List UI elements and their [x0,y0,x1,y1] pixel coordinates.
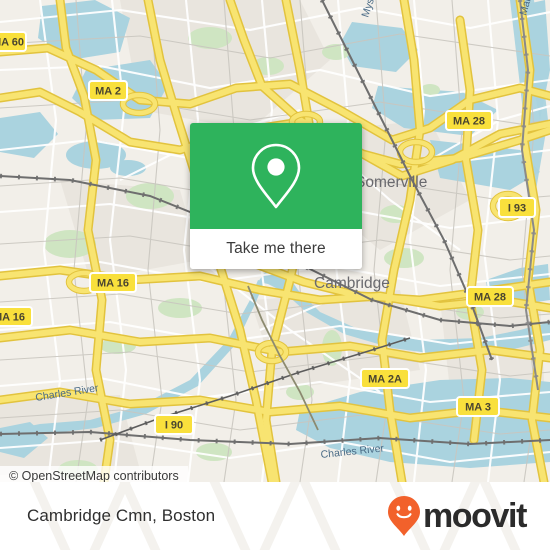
place-label-somerville: Somerville [355,174,427,191]
highway-shield: MA 2A [360,368,410,389]
highway-shield: MA 16 [0,306,33,327]
footer-bar: Cambridge Cmn, Boston moovit [0,482,550,550]
popup-image-area [190,123,362,229]
page-title: Cambridge Cmn, Boston [27,506,216,525]
moovit-wordmark: moovit [422,497,527,535]
svg-text:MA 60: MA 60 [0,37,24,49]
highway-shield: MA 28 [445,110,493,131]
moovit-pin-smile-icon [387,496,420,536]
map-screenshot: Mystic River Malden River Charles River … [0,0,550,550]
highway-shield: I 93 [498,197,536,218]
svg-text:MA 16: MA 16 [0,312,25,324]
highway-shield: MA 16 [89,272,137,293]
highway-shield: MA 3 [456,396,500,417]
take-me-there-label[interactable]: Take me there [190,229,362,269]
svg-text:MA 28: MA 28 [453,116,485,128]
svg-text:I 90: I 90 [165,420,183,432]
svg-text:I 93: I 93 [508,203,526,215]
svg-text:MA 16: MA 16 [97,278,129,290]
svg-text:MA 3: MA 3 [465,402,491,414]
moovit-brand[interactable]: moovit [387,495,527,537]
highway-shield: I 90 [154,414,194,435]
highway-shield: MA 60 [0,31,27,52]
map-pin-icon [251,143,301,209]
highway-shield: MA 2 [88,80,128,101]
highway-shield: MA 28 [466,286,514,307]
svg-text:MA 28: MA 28 [474,292,506,304]
svg-text:MA 2: MA 2 [95,86,121,98]
place-label-cambridge: Cambridge [314,275,390,292]
location-popup-card[interactable]: Take me there [190,123,362,269]
svg-text:MA 2A: MA 2A [368,374,402,386]
